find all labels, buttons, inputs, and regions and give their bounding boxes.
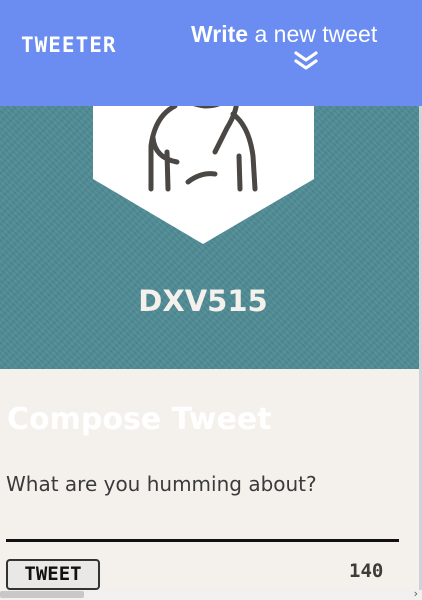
write-link-text: a new tweet	[248, 21, 378, 47]
tweet-button[interactable]: TWEET	[6, 559, 100, 590]
scrollbar-thumb[interactable]	[0, 591, 84, 598]
compose-title: Compose Tweet	[7, 402, 272, 437]
character-counter: 140	[349, 560, 384, 582]
double-chevron-down-icon[interactable]	[293, 50, 319, 72]
tweet-input[interactable]	[6, 468, 399, 542]
top-nav: TWEETER Write a new tweet	[0, 0, 422, 106]
brand-logo[interactable]: TWEETER	[21, 33, 117, 57]
horizontal-scrollbar[interactable]: ›	[0, 587, 422, 600]
write-new-tweet-link[interactable]: Write a new tweet	[191, 21, 377, 48]
profile-handle: DXV515	[138, 284, 268, 318]
scroll-right-icon[interactable]: ›	[414, 587, 418, 600]
write-link-bold: Write	[191, 21, 249, 47]
